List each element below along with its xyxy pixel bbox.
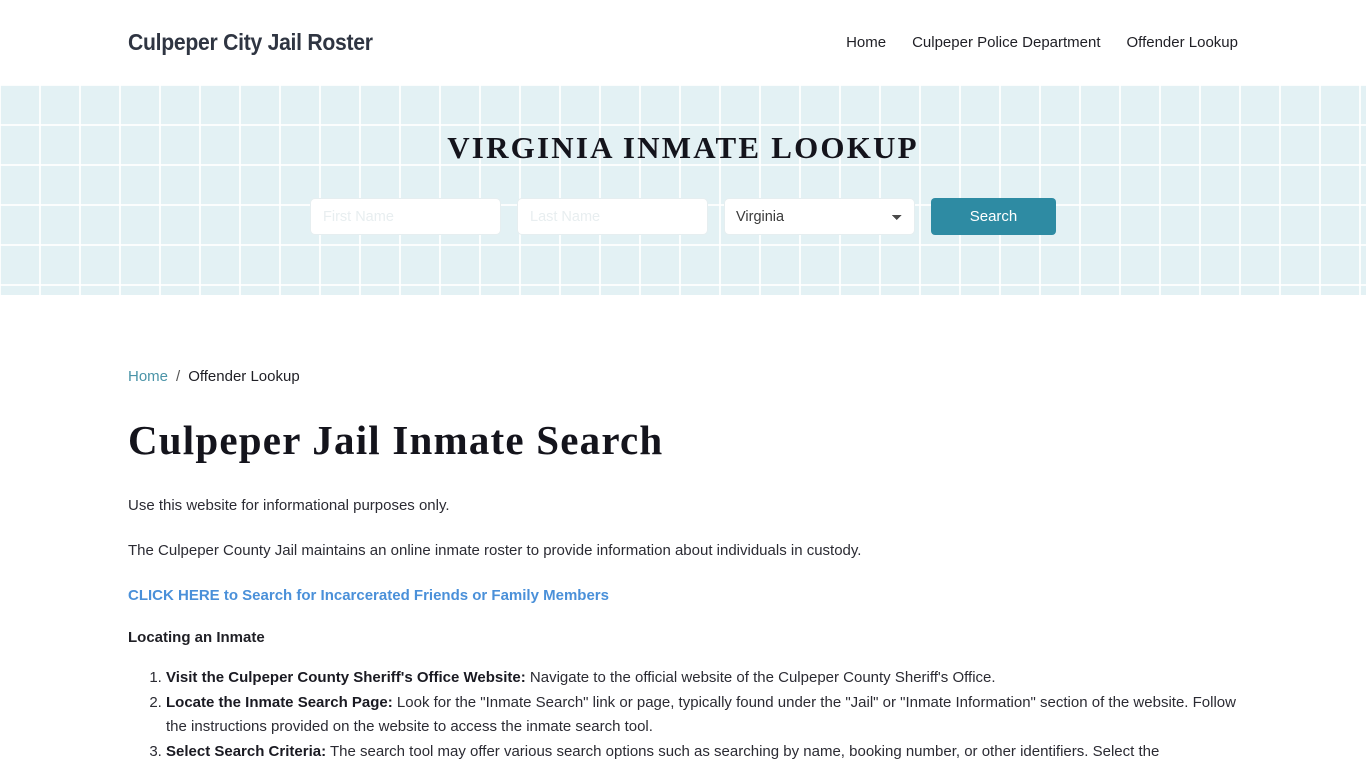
nav-link-home[interactable]: Home xyxy=(846,34,886,51)
intro-paragraph-1: Use this website for informational purpo… xyxy=(128,497,450,514)
list-item: Locate the Inmate Search Page: Look for … xyxy=(166,691,1238,739)
site-header: Culpeper City Jail Roster Home Culpeper … xyxy=(0,0,1366,85)
step-lead: Visit the Culpeper County Sheriff's Offi… xyxy=(166,668,526,686)
step-lead: Select Search Criteria: xyxy=(166,742,327,760)
intro-paragraph-2: The Culpeper County Jail maintains an on… xyxy=(128,542,862,560)
locating-inmate-heading: Locating an Inmate xyxy=(128,628,265,646)
step-lead: Locate the Inmate Search Page: xyxy=(166,693,393,711)
list-item: Select Search Criteria: The search tool … xyxy=(166,740,1238,768)
site-logo[interactable]: Culpeper City Jail Roster xyxy=(128,29,373,56)
locating-inmate-steps: Visit the Culpeper County Sheriff's Offi… xyxy=(128,666,1238,768)
hero-title: VIRGINIA INMATE LOOKUP xyxy=(447,130,919,165)
first-name-input[interactable] xyxy=(310,198,501,235)
breadcrumb-separator: / xyxy=(176,368,181,385)
last-name-input[interactable] xyxy=(517,198,708,235)
main-navigation: Home Culpeper Police Department Offender… xyxy=(846,34,1238,51)
breadcrumb-link-home[interactable]: Home xyxy=(128,368,168,385)
inmate-search-form: Virginia Search xyxy=(310,198,1056,235)
nav-link-offender-lookup[interactable]: Offender Lookup xyxy=(1127,34,1238,51)
search-button[interactable]: Search xyxy=(931,198,1056,235)
search-friends-family-link[interactable]: CLICK HERE to Search for Incarcerated Fr… xyxy=(128,587,609,604)
nav-link-culpeper-police-department[interactable]: Culpeper Police Department xyxy=(912,34,1100,51)
step-text: Navigate to the official website of the … xyxy=(525,668,996,686)
state-select[interactable]: Virginia xyxy=(724,198,915,235)
page-title: Culpeper Jail Inmate Search xyxy=(128,417,664,463)
list-item: Visit the Culpeper County Sheriff's Offi… xyxy=(166,666,1238,690)
breadcrumb: Home / Offender Lookup xyxy=(128,295,1238,385)
breadcrumb-current: Offender Lookup xyxy=(188,368,300,385)
hero-banner: VIRGINIA INMATE LOOKUP Virginia Search xyxy=(0,85,1366,295)
main-content: Home / Offender Lookup Culpeper Jail Inm… xyxy=(0,295,1366,768)
